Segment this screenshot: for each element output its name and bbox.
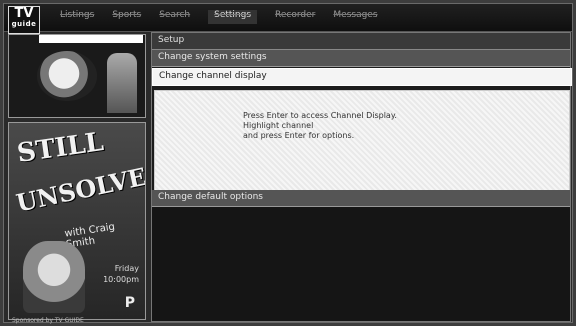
live-video-window[interactable] xyxy=(8,34,146,118)
tv-guide-logo: TV guide xyxy=(8,6,40,34)
menu-row-system-settings[interactable]: Change system settings xyxy=(152,50,570,67)
menu-item-search[interactable]: Search xyxy=(159,10,190,24)
main-menu: Listings Sports Search Settings Recorder… xyxy=(60,10,396,24)
page-title: Setup xyxy=(158,35,185,45)
panel-title-bar: Setup xyxy=(152,33,570,50)
menu-item-recorder[interactable]: Recorder xyxy=(275,10,315,24)
top-menu-bar: TV guide Listings Sports Search Settings… xyxy=(4,4,572,34)
help-line-2: Highlight channel xyxy=(243,121,314,130)
setup-panel: Setup Change system settings Change chan… xyxy=(151,32,572,322)
promo-host: with Craig Smith xyxy=(63,221,116,251)
promo-caption: Sponsored by TV GUIDE xyxy=(12,317,84,324)
tv-guide-screen: TV guide Listings Sports Search Settings… xyxy=(3,3,573,324)
promo-title-line1: STILL xyxy=(15,127,106,169)
menu-item-settings[interactable]: Settings xyxy=(208,10,258,24)
menu-item-messages[interactable]: Messages xyxy=(333,10,377,24)
promo-network-logo: P xyxy=(124,295,135,311)
video-status-bar xyxy=(39,35,143,43)
menu-row-default-options[interactable]: Change default options xyxy=(152,190,570,207)
menu-item-listings[interactable]: Listings xyxy=(60,10,94,24)
help-text: Press Enter to access Channel Display. H… xyxy=(243,111,397,141)
help-text-box: Press Enter to access Channel Display. H… xyxy=(154,90,570,192)
empty-content-area xyxy=(152,207,570,321)
promo-host-photo xyxy=(23,241,85,313)
promo-ad-panel[interactable]: STILL UNSOLVED with Craig Smith Friday 1… xyxy=(8,122,146,320)
help-line-3: and press Enter for options. xyxy=(243,131,355,140)
help-line-1: Press Enter to access Channel Display. xyxy=(243,111,397,120)
logo-tv-text: TV xyxy=(14,6,34,21)
video-helmet-image xyxy=(37,51,97,101)
logo-guide-text: guide xyxy=(11,20,37,28)
row-label: Change system settings xyxy=(158,52,267,62)
menu-item-sports[interactable]: Sports xyxy=(112,10,141,24)
promo-airtime: Friday 10:00pm xyxy=(103,264,139,284)
menu-row-channel-display[interactable]: Change channel display xyxy=(152,68,572,86)
row-label: Change default options xyxy=(158,192,263,202)
row-label: Change channel display xyxy=(159,71,267,81)
left-column: STILL UNSOLVED with Craig Smith Friday 1… xyxy=(4,32,149,324)
video-player-image xyxy=(107,53,137,113)
